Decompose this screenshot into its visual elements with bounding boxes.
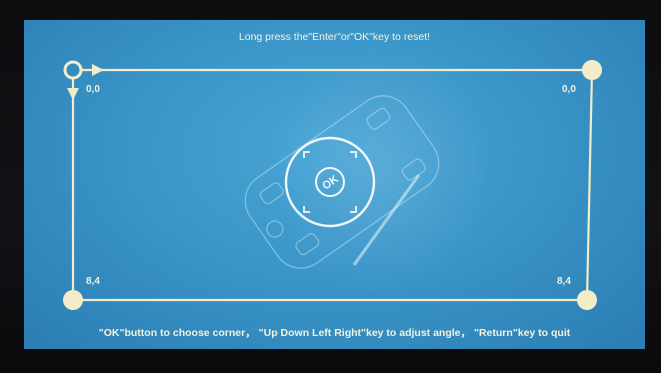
corner-bottom-left[interactable] xyxy=(63,290,83,310)
controls-instruction: "OK"button to choose corner， "Up Down Le… xyxy=(98,327,571,339)
frame-right-edge xyxy=(585,69,594,301)
reset-instruction: Long press the"Enter"or"OK"key to reset! xyxy=(238,31,431,43)
arrow-down-icon xyxy=(67,88,79,100)
corner-bottom-right[interactable] xyxy=(577,290,597,310)
corner-bottom-left-value: 8,4 xyxy=(86,276,100,287)
selected-corner-top-left[interactable] xyxy=(63,60,83,80)
corner-top-left-value: 0,0 xyxy=(86,84,100,95)
corner-bottom-right-value: 8,4 xyxy=(557,276,571,287)
corner-top-right[interactable] xyxy=(582,60,602,80)
keystone-correction-screen: OK Long press the"Enter"or"OK"key to res… xyxy=(24,20,645,349)
arrow-right-icon xyxy=(92,64,104,76)
corner-top-right-value: 0,0 xyxy=(562,84,576,95)
keystone-frame xyxy=(63,60,602,310)
